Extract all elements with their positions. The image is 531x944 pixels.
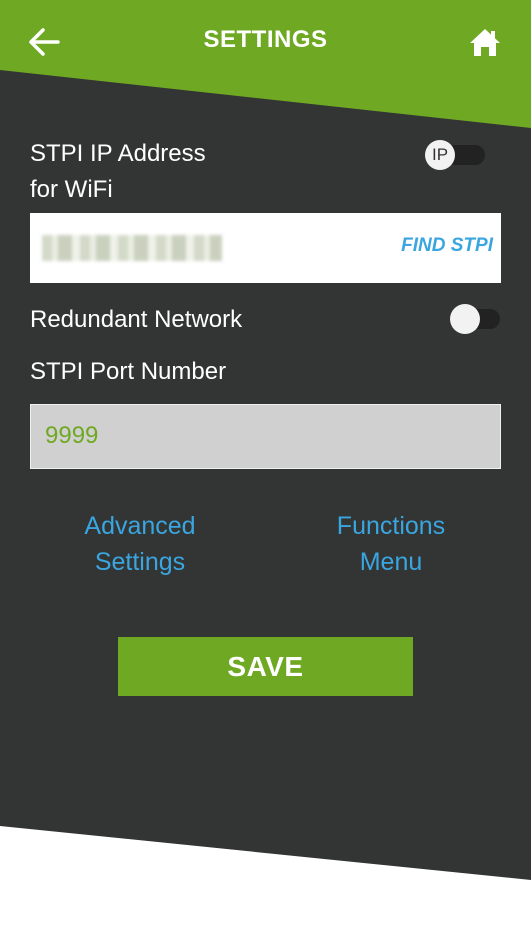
save-button[interactable]: SAVE — [118, 637, 413, 696]
page-title: SETTINGS — [203, 26, 328, 53]
port-number-label: STPI Port Number — [30, 358, 227, 385]
ip-toggle-thumb: IP — [425, 140, 455, 170]
port-number-input[interactable]: 9999 — [30, 404, 501, 469]
ip-address-label: STPI IP Address for WiFi — [30, 136, 290, 208]
ip-address-input[interactable]: FIND STPI — [30, 213, 501, 283]
ip-mode-toggle[interactable]: IP — [425, 140, 489, 170]
advanced-settings-line2: Settings — [94, 548, 186, 576]
functions-menu-line1: Functions — [336, 512, 446, 540]
home-button[interactable] — [463, 20, 507, 64]
functions-menu-line2: Menu — [359, 548, 423, 576]
find-stpi-button[interactable]: FIND STPI — [401, 235, 493, 257]
advanced-settings-link[interactable]: Advanced Settings — [60, 508, 220, 580]
ip-address-label-line1: STPI IP Address — [30, 140, 206, 167]
redundant-network-toggle[interactable] — [450, 304, 502, 334]
top-bar: SETTINGS — [0, 0, 531, 84]
home-icon — [470, 29, 500, 56]
redundant-toggle-thumb — [450, 304, 480, 334]
ip-address-label-line2: for WiFi — [30, 176, 113, 203]
port-number-value: 9999 — [45, 422, 99, 449]
redundant-network-label: Redundant Network — [30, 306, 243, 333]
ip-address-value-redacted — [42, 235, 222, 261]
functions-menu-link[interactable]: Functions Menu — [300, 508, 482, 580]
advanced-settings-line1: Advanced — [84, 512, 196, 540]
